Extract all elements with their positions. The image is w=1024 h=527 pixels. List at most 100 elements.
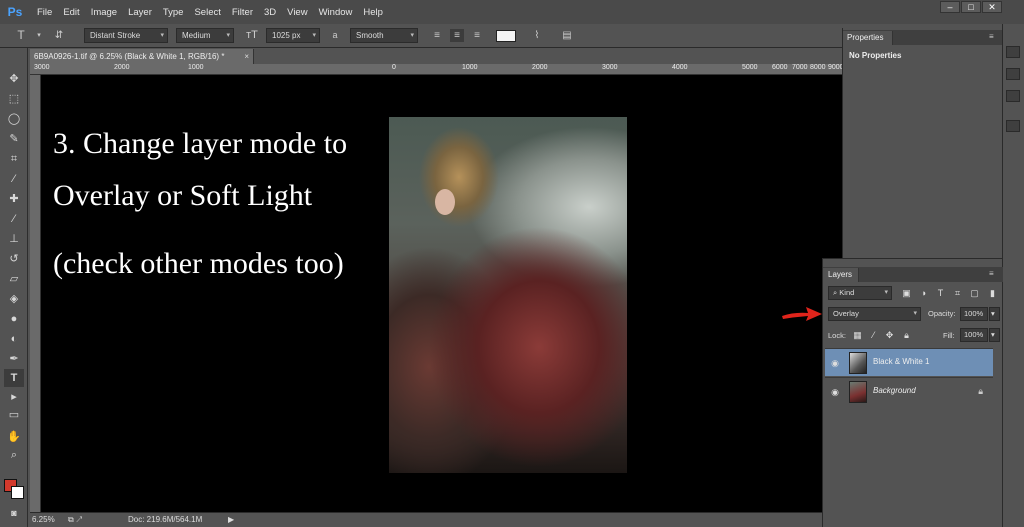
filter-shape-icon[interactable]: ⌗: [952, 288, 963, 299]
close-button[interactable]: ✕: [982, 1, 1002, 13]
chevron-down-icon: ▾: [160, 32, 164, 39]
tab-properties[interactable]: Properties: [843, 31, 893, 45]
dock-button[interactable]: [1006, 46, 1020, 58]
minimize-button[interactable]: –: [940, 1, 960, 13]
font-style-select[interactable]: Medium ▾: [176, 28, 234, 43]
text-color-swatch[interactable]: [496, 30, 516, 42]
background-color-swatch[interactable]: [11, 486, 24, 499]
history-brush-tool-icon[interactable]: ↺: [4, 250, 24, 268]
opacity-dropdown[interactable]: ▾: [989, 307, 1000, 321]
quick-mask-icon[interactable]: ◙: [4, 504, 24, 522]
eyedropper-tool-icon[interactable]: ⁄: [4, 170, 24, 188]
filter-pixel-icon[interactable]: ▣: [901, 288, 912, 299]
dock-button[interactable]: [1006, 120, 1020, 132]
align-center-icon[interactable]: ≡: [450, 29, 464, 42]
anti-alias-select[interactable]: Smooth ▾: [350, 28, 418, 43]
zoom-level[interactable]: 6.25%: [32, 513, 55, 527]
crop-tool-icon[interactable]: ⌗: [4, 150, 24, 168]
align-left-icon[interactable]: ≡: [430, 29, 444, 42]
lock-transparent-icon[interactable]: ▦: [852, 330, 863, 341]
visibility-eye-icon[interactable]: ◉: [829, 386, 841, 398]
quick-select-tool-icon[interactable]: ✎: [4, 130, 24, 148]
menu-edit[interactable]: Edit: [63, 7, 79, 18]
eraser-tool-icon[interactable]: ▱: [4, 270, 24, 288]
anti-alias-icon-label: a: [332, 30, 338, 40]
status-bar: 6.25% ⧉ ↗ Doc: 219.6M/564.1M ▶: [30, 512, 842, 527]
share-icon[interactable]: ⧉ ↗: [68, 513, 82, 527]
lock-position-icon[interactable]: ✥: [884, 330, 895, 341]
brush-tool-icon[interactable]: ⁄: [4, 210, 24, 228]
visibility-eye-icon[interactable]: ◉: [829, 357, 841, 369]
blur-tool-icon[interactable]: ●: [4, 310, 24, 328]
blend-mode-value: Overlay: [833, 309, 859, 318]
menu-window[interactable]: Window: [319, 7, 353, 18]
menu-3d[interactable]: 3D: [264, 7, 276, 18]
lock-image-icon[interactable]: ⁄: [868, 330, 879, 341]
marquee-tool-icon[interactable]: ⬚: [4, 90, 24, 108]
filter-toggle-icon[interactable]: ▮: [987, 288, 998, 299]
dock-button[interactable]: [1006, 90, 1020, 102]
chevron-down-icon: ▾: [410, 32, 414, 39]
zoom-tool-icon[interactable]: ⌕: [4, 446, 24, 464]
lock-all-icon[interactable]: 🔒︎: [901, 330, 912, 341]
menu-image[interactable]: Image: [91, 7, 117, 18]
document-canvas[interactable]: 3. Change layer mode to Overlay or Soft …: [41, 75, 842, 512]
align-right-icon[interactable]: ≡: [470, 29, 484, 42]
type-tool-preset-icon[interactable]: T: [14, 29, 28, 42]
ruler-label: 4000: [672, 64, 688, 71]
chevron-down-icon: ▾: [226, 32, 230, 39]
layer-row[interactable]: ◉ Black & White 1: [825, 348, 993, 376]
healing-brush-tool-icon[interactable]: ✚: [4, 190, 24, 208]
status-menu-arrow[interactable]: ▶: [228, 513, 234, 527]
layer-row[interactable]: ◉ Background 🔒︎: [825, 377, 993, 405]
move-tool-icon[interactable]: ✥: [4, 70, 24, 88]
tab-layers[interactable]: Layers: [823, 268, 859, 282]
fill-dropdown[interactable]: ▾: [989, 328, 1000, 342]
fill-label: Fill:: [943, 331, 955, 340]
chevron-down-icon: ▾: [913, 310, 917, 317]
rectangle-tool-icon[interactable]: ▭: [4, 406, 24, 424]
character-panel-icon[interactable]: ▤: [560, 29, 574, 42]
no-properties-message: No Properties: [849, 51, 902, 60]
type-tool-icon[interactable]: T: [4, 369, 24, 387]
panel-menu-icon[interactable]: ≡: [989, 269, 994, 278]
menu-filter[interactable]: Filter: [232, 7, 253, 18]
ruler-label: 2000: [114, 64, 130, 71]
ruler-label: 9000: [828, 64, 842, 71]
filter-smart-object-icon[interactable]: ▢: [969, 288, 980, 299]
fill-input[interactable]: 100%: [960, 328, 988, 342]
path-selection-tool-icon[interactable]: ▸: [4, 388, 24, 406]
font-family-select[interactable]: Distant Stroke ▾: [84, 28, 168, 43]
lock-label: Lock:: [828, 331, 846, 340]
ruler-label: 0: [392, 64, 396, 71]
layer-filter-select[interactable]: ⌕ Kind ▾: [828, 286, 892, 300]
menu-layer[interactable]: Layer: [128, 7, 152, 18]
lasso-tool-icon[interactable]: ◯: [4, 110, 24, 128]
filter-adjustment-icon[interactable]: ◑: [918, 288, 929, 299]
menu-select[interactable]: Select: [194, 7, 220, 18]
font-size-icon: ᴛT: [246, 29, 258, 41]
menu-type[interactable]: Type: [163, 7, 184, 18]
hand-tool-icon[interactable]: ✋: [4, 428, 24, 446]
pen-tool-icon[interactable]: ✒: [4, 350, 24, 368]
dock-button[interactable]: [1006, 68, 1020, 80]
menu-view[interactable]: View: [287, 7, 307, 18]
font-size-value: 1025 px: [272, 31, 301, 40]
paint-bucket-tool-icon[interactable]: ◈: [4, 290, 24, 308]
filter-type-icon[interactable]: T: [935, 288, 946, 299]
opacity-input[interactable]: 100%: [960, 307, 988, 321]
chevron-down-icon[interactable]: ▾: [32, 29, 46, 42]
close-icon[interactable]: ×: [244, 49, 249, 64]
font-style-value: Medium: [182, 31, 211, 40]
dodge-tool-icon[interactable]: ◐: [4, 330, 24, 348]
maximize-button[interactable]: □: [961, 1, 981, 13]
blend-mode-select[interactable]: Overlay ▾: [828, 307, 921, 321]
document-tab[interactable]: 6B9A0926-1.tif @ 6.25% (Black & White 1,…: [30, 49, 254, 64]
font-size-select[interactable]: 1025 px ▾: [266, 28, 320, 43]
warp-text-icon[interactable]: ⌇: [530, 29, 544, 42]
clone-stamp-tool-icon[interactable]: ⊥: [4, 230, 24, 248]
text-orientation-icon[interactable]: ⇵: [52, 29, 66, 42]
menu-file[interactable]: File: [37, 7, 52, 18]
panel-menu-icon[interactable]: ≡: [989, 32, 994, 41]
menu-help[interactable]: Help: [363, 7, 383, 18]
